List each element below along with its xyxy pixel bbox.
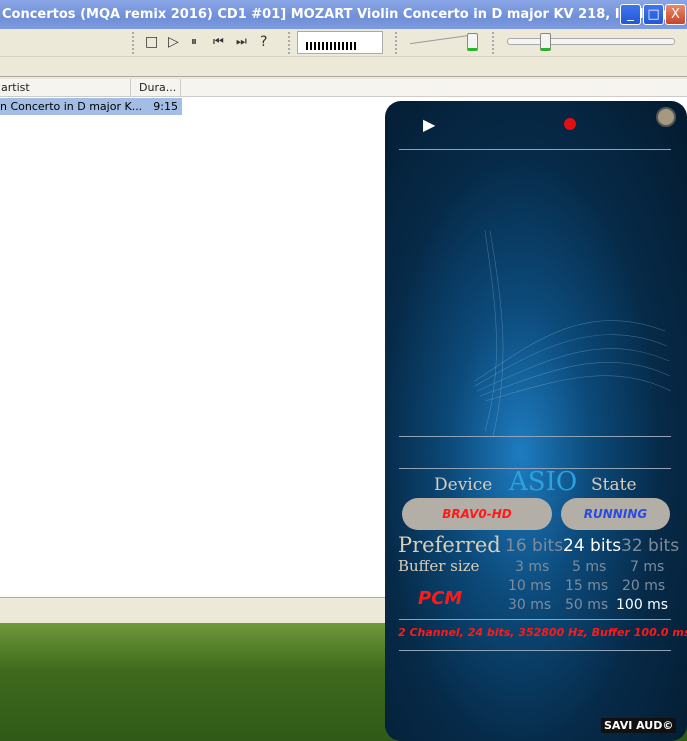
preferred-label: Preferred — [398, 533, 501, 557]
divider — [399, 436, 671, 437]
seek-thumb[interactable] — [540, 33, 551, 51]
stream-info: 2 Channel, 24 bits, 352800 Hz, Buffer 10… — [398, 626, 687, 639]
buffer-option[interactable]: 10 ms — [508, 578, 551, 594]
device-label: Device — [434, 475, 493, 495]
volume-slider-track — [410, 34, 470, 45]
title-bar: Concertos (MQA remix 2016) CD1 #01] MOZA… — [0, 0, 687, 29]
bits-16-option[interactable]: 16 bits — [505, 536, 563, 556]
buffer-option[interactable]: 15 ms — [565, 578, 608, 594]
divider — [399, 650, 671, 651]
buffer-size-label: Buffer size — [398, 557, 480, 575]
table-row[interactable]: n Concerto in D major K... 9:15 — [0, 98, 182, 115]
previous-button[interactable]: ⏮ — [213, 34, 224, 49]
buffer-option[interactable]: 5 ms — [572, 559, 606, 575]
buffer-option[interactable]: 7 ms — [630, 559, 664, 575]
separator — [288, 32, 290, 54]
bits-24-option[interactable]: 24 bits — [563, 536, 621, 556]
separator — [492, 32, 494, 54]
column-filler — [181, 79, 687, 97]
minimize-panel-icon[interactable] — [656, 107, 676, 127]
toolbar: □ ▷ ⏸ ⏮ ⏭ ? — [0, 29, 687, 57]
device-button[interactable]: BRAV0-HD — [402, 498, 552, 530]
maximize-button[interactable]: □ — [643, 4, 664, 25]
visualizer — [297, 31, 383, 54]
volume-slider-thumb[interactable] — [467, 33, 478, 51]
divider — [399, 619, 671, 620]
window-title: Concertos (MQA remix 2016) CD1 #01] MOZA… — [2, 7, 687, 22]
record-icon[interactable] — [564, 118, 576, 130]
stop-button[interactable]: □ — [145, 34, 158, 50]
track-duration: 9:15 — [153, 100, 178, 113]
close-button[interactable]: X — [665, 4, 686, 25]
seek-bar[interactable] — [507, 38, 675, 45]
minimize-button[interactable]: _ — [620, 4, 641, 25]
buffer-option-selected[interactable]: 100 ms — [616, 597, 668, 613]
savi-audio-logo: SAVI AUD© — [601, 718, 677, 733]
track-title: n Concerto in D major K... — [0, 100, 143, 113]
pause-button[interactable]: ⏸ — [191, 34, 197, 49]
divider — [399, 149, 671, 150]
driver-label: ASIO — [509, 467, 578, 497]
column-duration[interactable]: Dura... — [131, 79, 181, 97]
separator — [132, 32, 134, 54]
play-icon[interactable]: ▶ — [423, 115, 435, 134]
bits-32-option[interactable]: 32 bits — [621, 536, 679, 556]
state-label: State — [591, 475, 637, 495]
next-button[interactable]: ⏭ — [236, 34, 247, 49]
play-button[interactable]: ▷ — [168, 34, 179, 50]
state-button[interactable]: RUNNING — [561, 498, 670, 530]
asio-panel: ▶ Device ASIO State BRAV0-HD RUNNING Pre… — [385, 101, 687, 741]
wave-graphic — [474, 230, 672, 437]
format-label: PCM — [418, 588, 463, 609]
buffer-option[interactable]: 50 ms — [565, 597, 608, 613]
random-button[interactable]: ? — [260, 34, 267, 50]
separator — [395, 32, 397, 54]
buffer-option[interactable]: 20 ms — [622, 578, 665, 594]
buffer-option[interactable]: 3 ms — [515, 559, 549, 575]
buffer-option[interactable]: 30 ms — [508, 597, 551, 613]
toolbar-row — [0, 57, 687, 77]
column-artist[interactable]: artist — [0, 79, 131, 97]
